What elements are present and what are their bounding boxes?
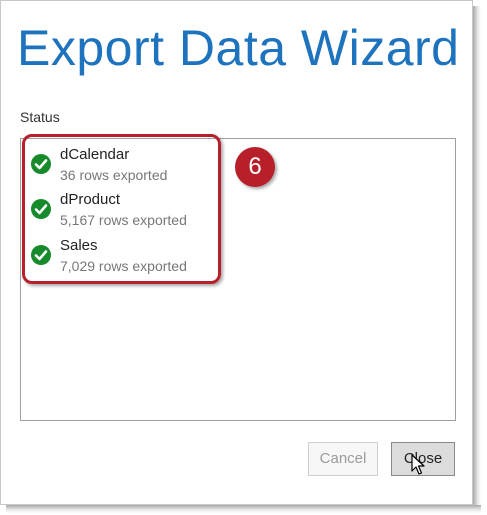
cancel-button[interactable]: Cancel xyxy=(308,442,378,476)
export-data-wizard-dialog: Export Data Wizard Status dCalendar 36 r… xyxy=(0,0,473,505)
dialog-shadow-bottom xyxy=(6,505,481,513)
highlight-frame xyxy=(22,134,221,284)
status-label: Status xyxy=(20,109,60,125)
mouse-pointer-icon xyxy=(411,454,425,475)
dialog-shadow-right xyxy=(473,6,481,511)
dialog-title: Export Data Wizard xyxy=(17,20,460,76)
step-number-badge: 6 xyxy=(235,147,275,187)
